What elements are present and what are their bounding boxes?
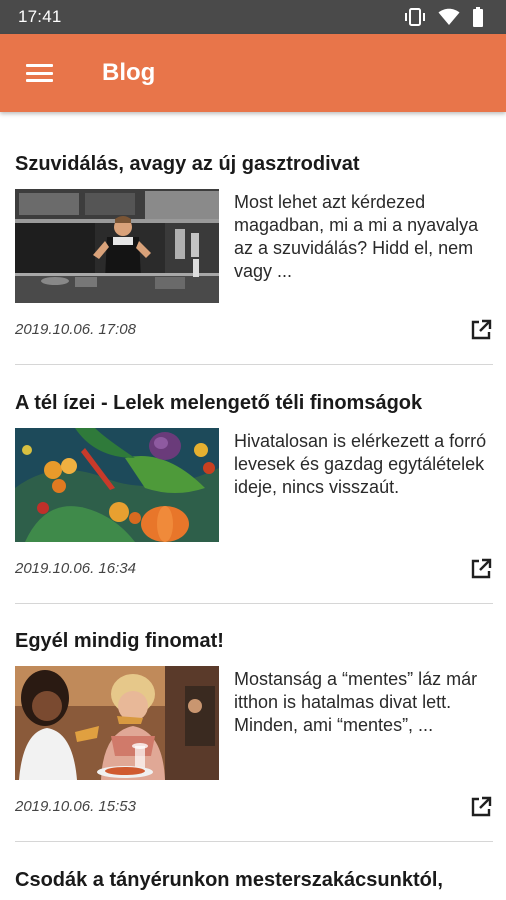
women-eating-pizza-photo [15, 666, 219, 780]
post-title[interactable]: Szuvidálás, avagy az új gasztrodivat [15, 152, 493, 176]
blog-post[interactable]: Szuvidálás, avagy az új gasztrodivat Mos… [15, 152, 493, 365]
chef-kitchen-photo [15, 189, 219, 303]
app-bar: Blog [0, 34, 506, 112]
post-body: Hivatalosan is elérkezett a forró levese… [15, 428, 493, 543]
post-thumbnail[interactable] [15, 189, 219, 303]
post-divider [15, 841, 493, 842]
post-body: Mostanság a “mentes” láz már itthon is h… [15, 666, 493, 781]
post-title[interactable]: Csodák a tányérunkon mesterszakácsunktól… [15, 868, 493, 892]
page-title: Blog [102, 59, 156, 86]
post-date: 2019.10.06. 17:08 [15, 321, 136, 338]
post-excerpt: Mostanság a “mentes” láz már itthon is h… [234, 669, 478, 735]
post-divider [15, 364, 493, 365]
winter-vegetables-photo [15, 428, 219, 542]
hamburger-menu-icon [25, 64, 53, 82]
post-divider [15, 603, 493, 604]
battery-icon [472, 7, 484, 27]
post-title[interactable]: Egyél mindig finomat! [15, 629, 493, 653]
post-title[interactable]: A tél ízei - Lelek melengető téli finoms… [15, 391, 493, 415]
status-bar: 17:41 [0, 0, 506, 34]
post-date: 2019.10.06. 15:53 [15, 798, 136, 815]
menu-button[interactable] [0, 34, 80, 112]
blog-post[interactable]: A tél ízei - Lelek melengető téli finoms… [15, 391, 493, 604]
status-icons [404, 7, 484, 27]
post-excerpt: Hivatalosan is elérkezett a forró levese… [234, 431, 487, 497]
open-external-icon[interactable] [469, 795, 493, 819]
post-body: Most lehet azt kérdezed magadban, mi a m… [15, 189, 493, 304]
post-thumbnail[interactable] [15, 666, 219, 780]
blog-post[interactable]: Egyél mindig finomat! Mostanság a “mente… [15, 629, 493, 842]
wifi-icon [438, 8, 460, 26]
post-date: 2019.10.06. 16:34 [15, 560, 136, 577]
blog-post[interactable]: Csodák a tányérunkon mesterszakácsunktól… [15, 868, 493, 892]
vibrate-icon [404, 8, 426, 26]
open-external-icon[interactable] [469, 557, 493, 581]
post-thumbnail[interactable] [15, 428, 219, 542]
blog-feed[interactable]: Szuvidálás, avagy az új gasztrodivat Mos… [0, 112, 506, 900]
status-time: 17:41 [18, 7, 62, 26]
open-external-icon[interactable] [469, 318, 493, 342]
post-excerpt: Most lehet azt kérdezed magadban, mi a m… [234, 192, 479, 281]
